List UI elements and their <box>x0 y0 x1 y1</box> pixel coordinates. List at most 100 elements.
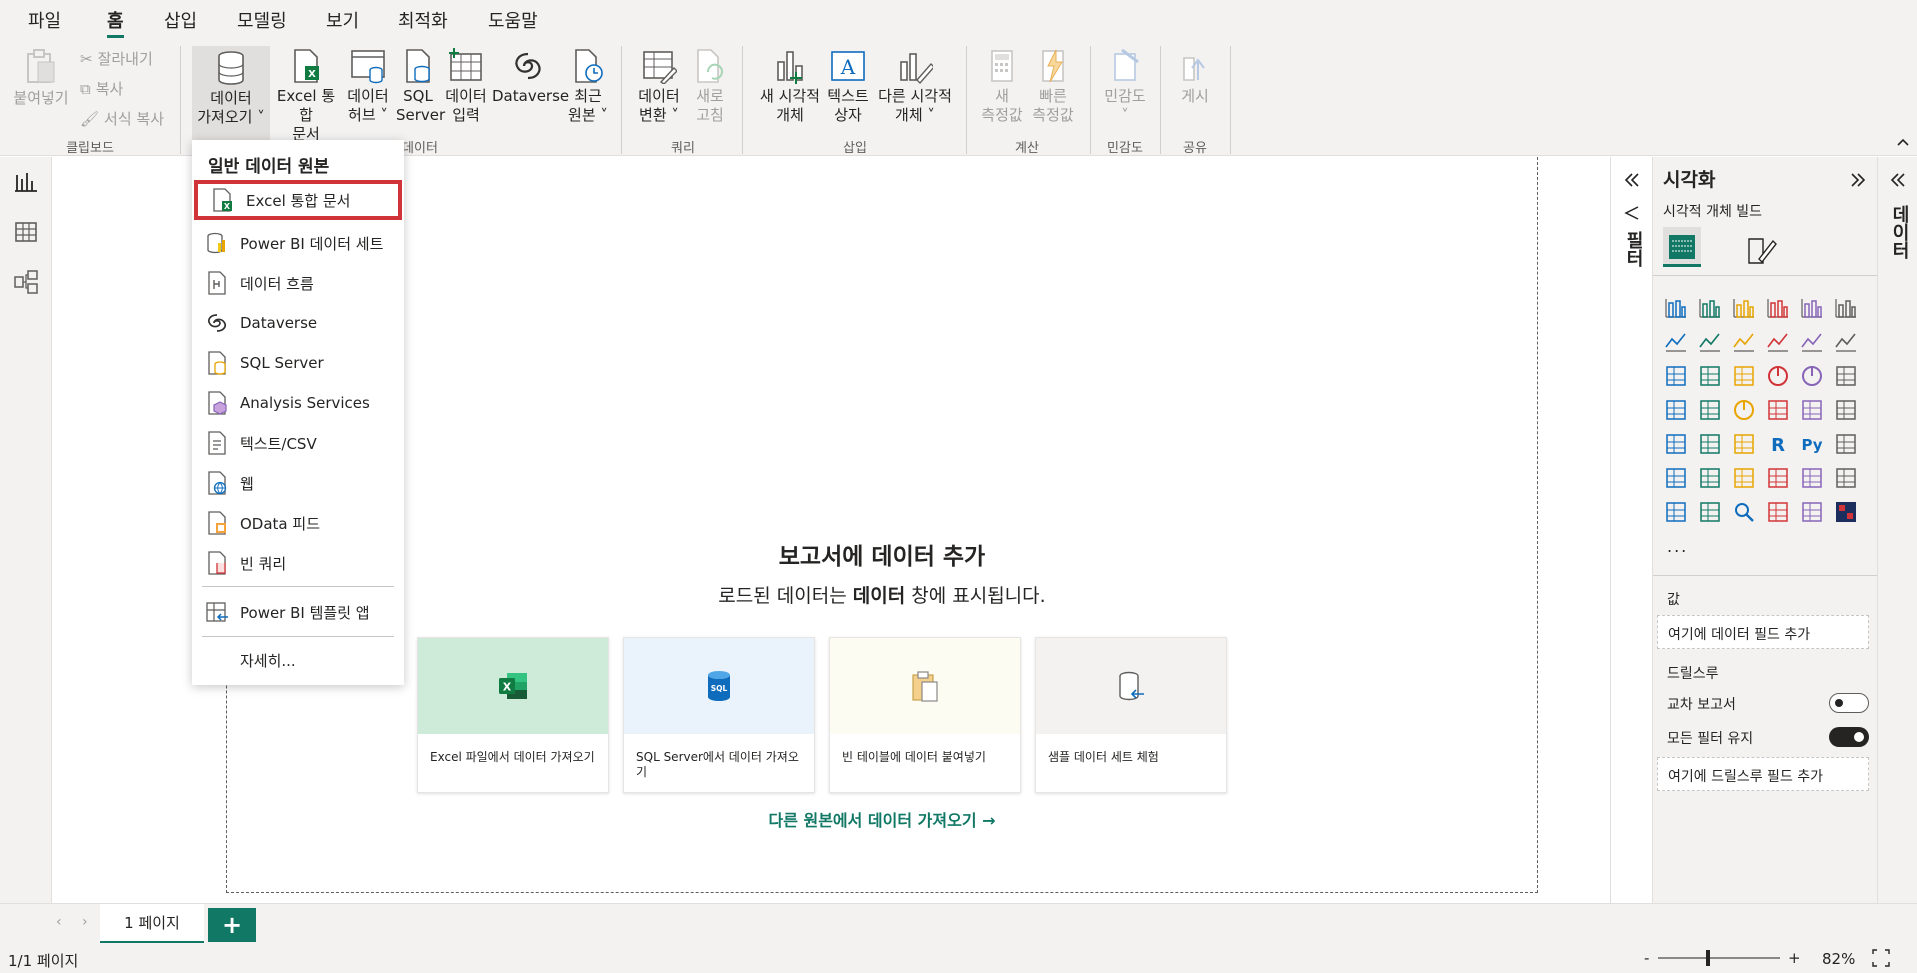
dropdown-item-template-app[interactable]: Power BI 템플릿 앱 <box>192 592 404 632</box>
pie-icon[interactable] <box>1765 363 1791 389</box>
r-visual-icon[interactable]: R <box>1765 431 1791 457</box>
key-influencers-icon[interactable] <box>1833 431 1859 457</box>
chevrons-left-icon[interactable] <box>1889 171 1907 189</box>
sample-dataset-card[interactable]: 샘플 데이터 세트 체험 <box>1035 637 1227 793</box>
funnel-icon[interactable] <box>1697 363 1723 389</box>
matrix-icon[interactable] <box>1731 431 1757 457</box>
transform-data-button[interactable]: 데이터 변환 ˅ <box>632 48 686 125</box>
more-visuals-ellipsis[interactable]: ... <box>1667 537 1688 556</box>
keep-filters-toggle[interactable] <box>1829 727 1869 747</box>
100-column-icon[interactable] <box>1833 295 1859 321</box>
tab-optimize[interactable]: 최적화 <box>398 7 448 35</box>
ribbon-chart-icon[interactable] <box>1833 329 1859 355</box>
kpi-icon[interactable] <box>1833 397 1859 423</box>
donut-icon[interactable] <box>1799 363 1825 389</box>
dropdown-item-more[interactable]: 자세히... <box>192 640 404 680</box>
search-icon[interactable] <box>1731 499 1757 525</box>
azure-map-icon[interactable] <box>1833 465 1859 491</box>
filled-map-icon[interactable] <box>1697 397 1723 423</box>
python-visual-icon[interactable]: Py <box>1799 431 1825 457</box>
tab-insert[interactable]: 삽입 <box>164 7 197 35</box>
line-chart-icon[interactable] <box>1663 329 1689 355</box>
copy-button[interactable]: ⧉ 복사 <box>80 78 123 99</box>
next-page-icon[interactable]: › <box>82 914 88 930</box>
tab-home[interactable]: 홈 <box>107 7 124 38</box>
gantt-icon[interactable] <box>1799 499 1825 525</box>
smart-narrative-icon[interactable] <box>1731 465 1757 491</box>
excel-workbook-button[interactable]: X Excel 통합 문서 <box>272 48 340 144</box>
power-apps-icon[interactable] <box>1663 499 1689 525</box>
bar-chart-icon[interactable] <box>1765 499 1791 525</box>
dropdown-item-dataverse[interactable]: Dataverse <box>192 303 404 343</box>
clustered-bar-icon[interactable] <box>1731 295 1757 321</box>
refresh-button[interactable]: 새로 고침 <box>688 48 732 125</box>
publish-button[interactable]: 게시 <box>1170 48 1220 106</box>
dropdown-item-blank-query[interactable]: 빈 쿼리 <box>192 543 404 583</box>
area-chart-icon[interactable] <box>1697 329 1723 355</box>
page-tab-1[interactable]: 1 페이지 <box>100 904 204 944</box>
dropdown-item-excel[interactable]: X Excel 통합 문서 <box>194 180 402 220</box>
dropdown-item-web[interactable]: 웹 <box>192 463 404 503</box>
more-visuals-button[interactable]: 다른 시각적 개체 ˅ <box>874 48 956 125</box>
dataverse-button[interactable]: Dataverse <box>492 48 569 106</box>
new-measure-button[interactable]: 새 측정값 <box>976 48 1028 125</box>
dropdown-item-analysis-services[interactable]: Analysis Services <box>192 383 404 423</box>
tab-view[interactable]: 보기 <box>326 7 359 35</box>
table-icon[interactable] <box>1697 431 1723 457</box>
qa-icon[interactable] <box>1697 465 1723 491</box>
metrics-icon[interactable] <box>1765 465 1791 491</box>
sensitivity-button[interactable]: 민감도 ˅ <box>1100 48 1150 125</box>
cross-report-toggle[interactable] <box>1829 693 1869 713</box>
paste-table-card[interactable]: 빈 테이블에 데이터 붙여넣기 <box>829 637 1021 793</box>
treemap-icon[interactable] <box>1833 363 1859 389</box>
sql-card[interactable]: SQL SQL Server에서 데이터 가져오기 <box>623 637 815 793</box>
table-view-icon[interactable] <box>13 219 39 245</box>
slicer-icon[interactable] <box>1663 431 1689 457</box>
recent-sources-button[interactable]: 최근 원본 ˅ <box>564 48 612 125</box>
enter-data-button[interactable]: 데이터 입력 <box>442 48 490 125</box>
tab-modeling[interactable]: 모델링 <box>237 7 287 35</box>
chevron-up-icon[interactable] <box>1895 134 1911 150</box>
dropdown-item-dataflow[interactable]: 데이터 흐름 <box>192 263 404 303</box>
values-well[interactable]: 여기에 데이터 필드 추가 <box>1657 615 1869 649</box>
prev-page-icon[interactable]: ‹ <box>56 914 62 930</box>
waterfall-icon[interactable] <box>1663 363 1689 389</box>
zoom-slider-thumb[interactable] <box>1706 950 1711 966</box>
excel-card[interactable]: X Excel 파일에서 데이터 가져오기 <box>417 637 609 793</box>
stacked-area-icon[interactable] <box>1731 329 1757 355</box>
drillthrough-well[interactable]: 여기에 드릴스루 필드 추가 <box>1657 757 1869 791</box>
dropdown-item-sql-server[interactable]: SQL Server <box>192 343 404 383</box>
filters-pane[interactable]: 필터 <box>1610 157 1652 903</box>
format-painter-button[interactable]: 🖌 서식 복사 <box>80 108 164 129</box>
zoom-out-icon[interactable]: - <box>1644 949 1649 967</box>
multirow-card-icon[interactable] <box>1799 397 1825 423</box>
build-visual-tab[interactable] <box>1663 227 1701 267</box>
scatter-icon[interactable] <box>1731 363 1757 389</box>
textbox-button[interactable]: A 텍스트 상자 <box>822 48 874 125</box>
get-data-button[interactable]: 데이터 가져오기 ˅ <box>192 46 270 140</box>
dropdown-item-odata[interactable]: OData 피드 <box>192 503 404 543</box>
dropdown-item-powerbi-dataset[interactable]: Power BI 데이터 세트 <box>192 223 404 263</box>
100-bar-icon[interactable] <box>1799 295 1825 321</box>
power-automate-icon[interactable] <box>1697 499 1723 525</box>
stacked-column-icon[interactable] <box>1697 295 1723 321</box>
sql-server-button[interactable]: SQL Server <box>396 48 445 125</box>
zoom-slider[interactable] <box>1658 950 1780 966</box>
data-pane[interactable]: 데이터 <box>1877 157 1917 903</box>
quick-measure-button[interactable]: 빠른 측정값 <box>1028 48 1078 125</box>
card-icon[interactable] <box>1765 397 1791 423</box>
line-clustered-icon[interactable] <box>1799 329 1825 355</box>
add-page-button[interactable]: + <box>208 908 256 942</box>
other-sources-link[interactable]: 다른 원본에서 데이터 가져오기 → <box>752 807 1012 831</box>
chevrons-right-icon[interactable] <box>1849 171 1867 189</box>
format-visual-icon[interactable] <box>1745 235 1777 265</box>
zoom-in-icon[interactable]: + <box>1788 949 1801 967</box>
line-column-icon[interactable] <box>1765 329 1791 355</box>
stacked-bar-icon[interactable] <box>1663 295 1689 321</box>
new-visual-button[interactable]: 새 시각적 개체 <box>752 48 828 125</box>
gauge-icon[interactable] <box>1731 397 1757 423</box>
map-icon[interactable] <box>1663 397 1689 423</box>
report-view-icon[interactable] <box>13 169 39 195</box>
paginated-report-icon[interactable] <box>1799 465 1825 491</box>
data-hub-button[interactable]: 데이터 허브 ˅ <box>342 48 394 125</box>
